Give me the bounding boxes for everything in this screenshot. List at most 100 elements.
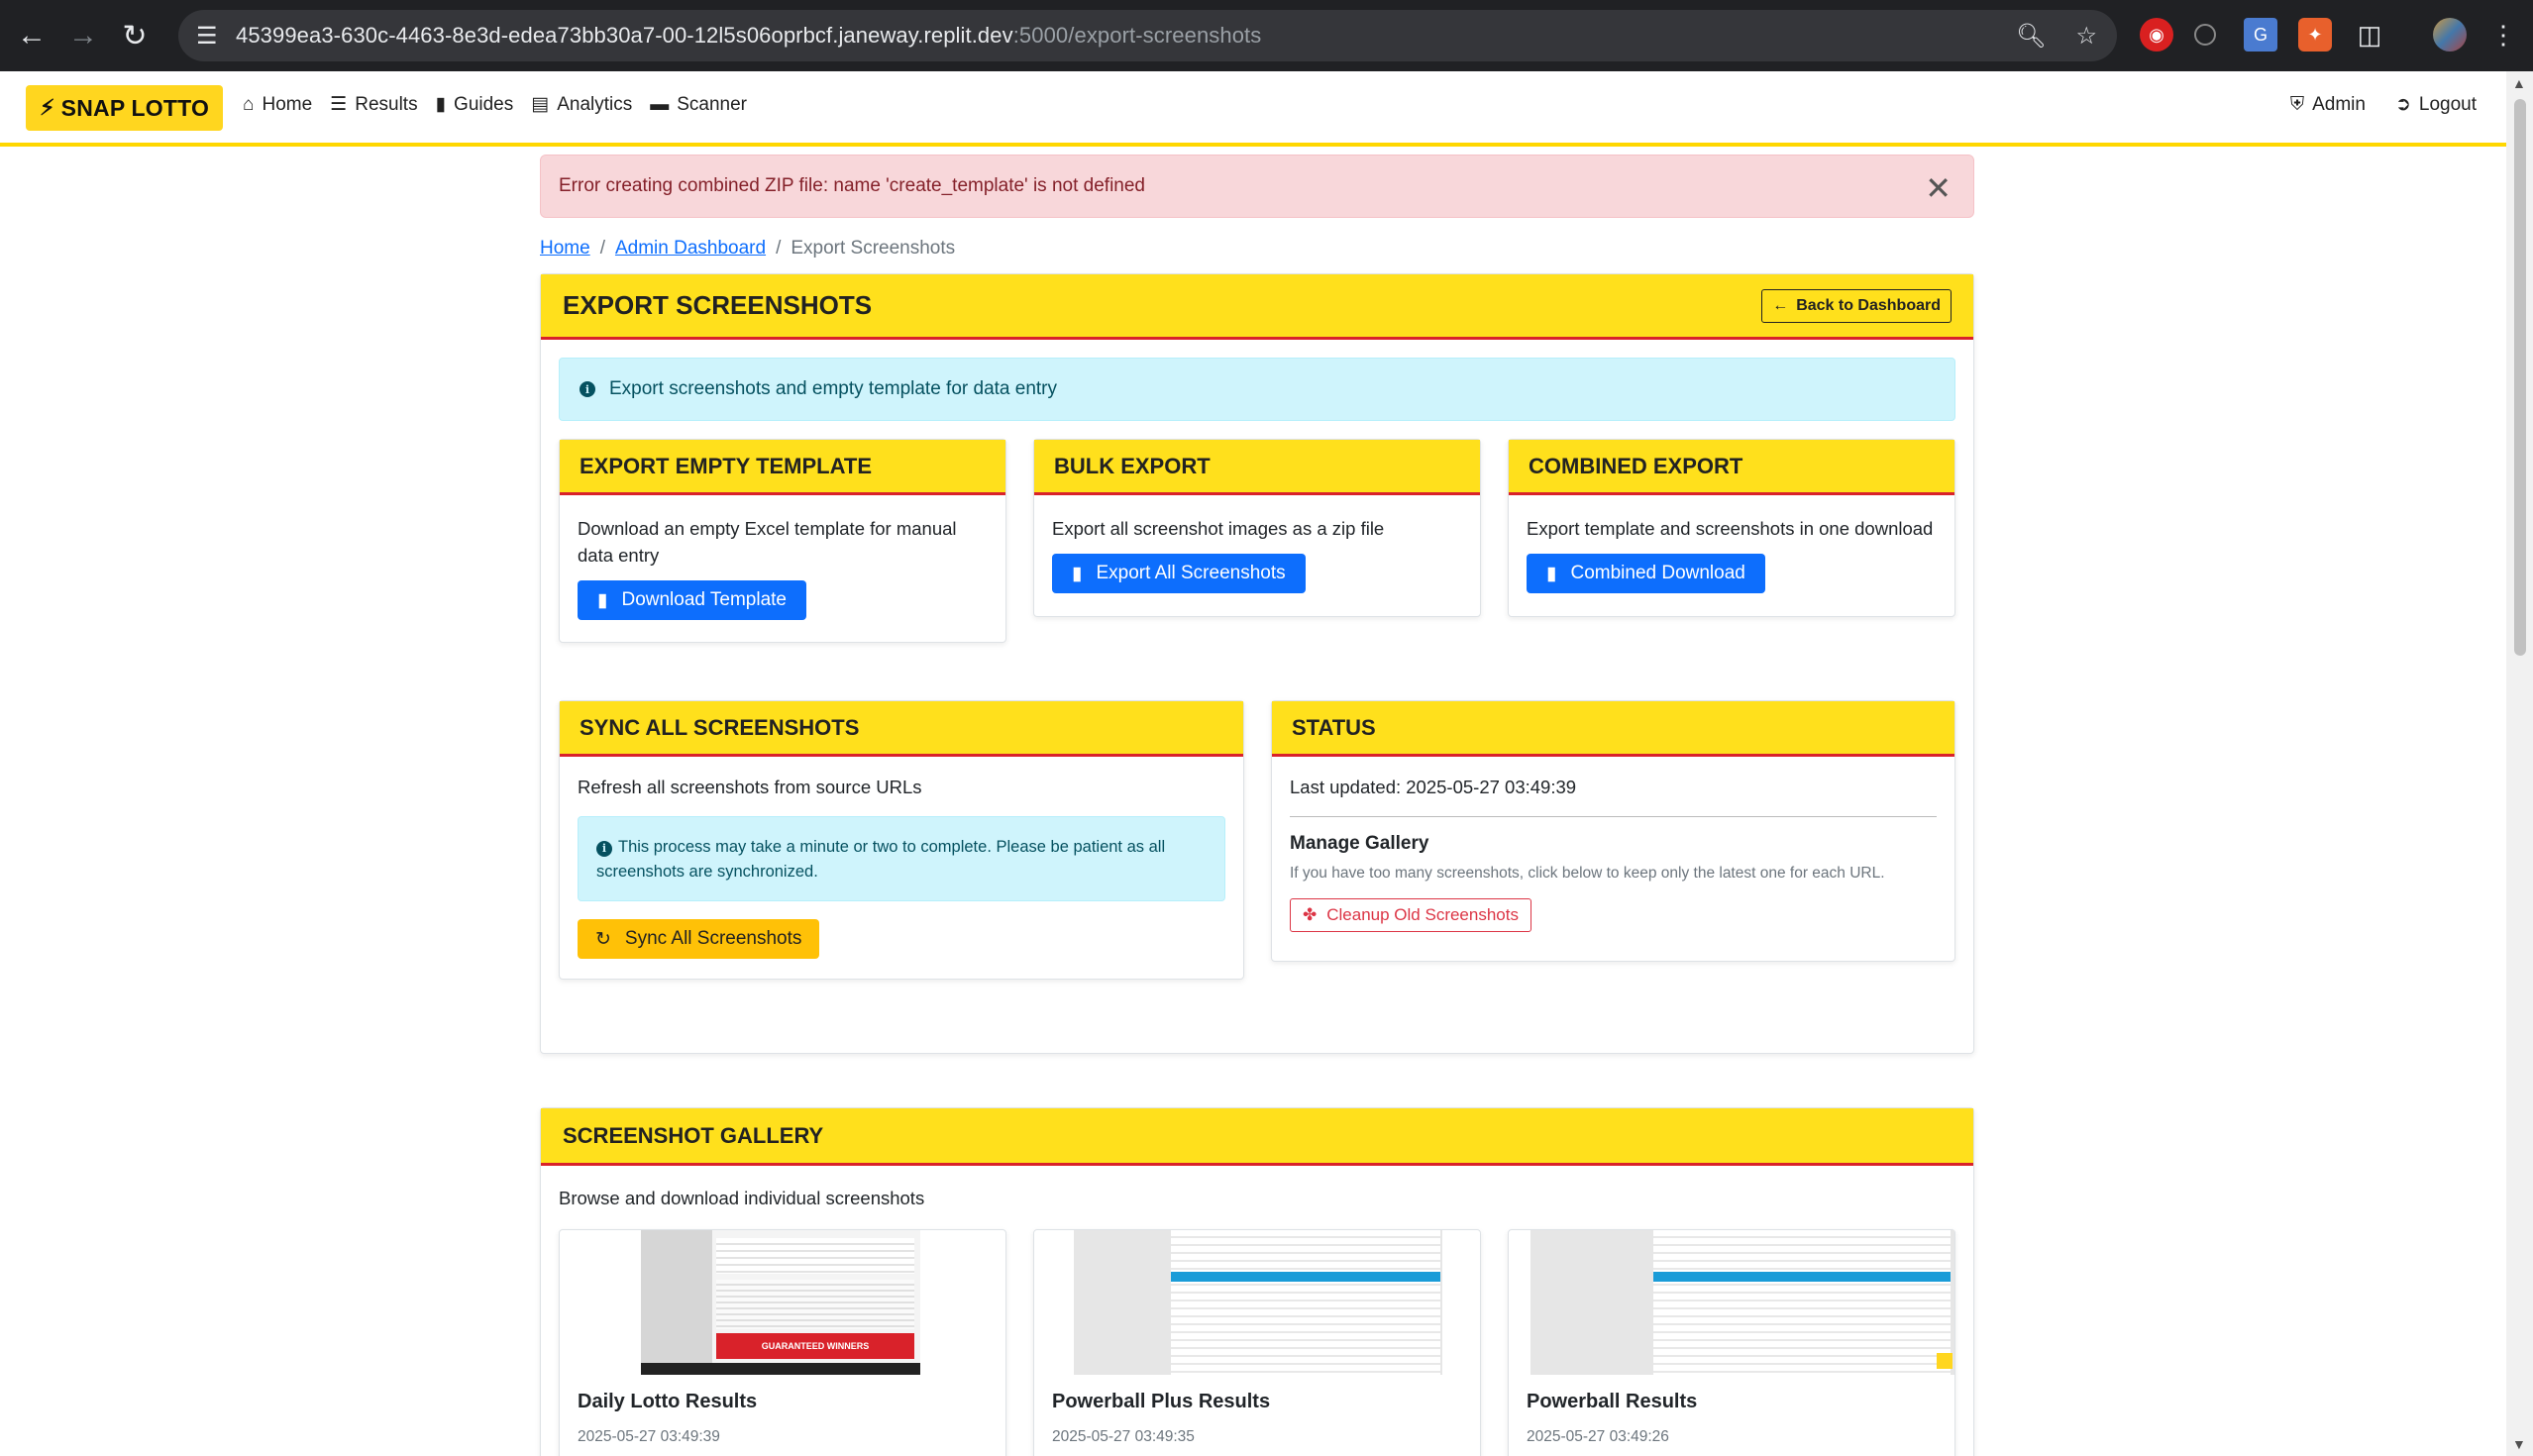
breadcrumb-separator: /: [776, 238, 782, 259]
nav-home[interactable]: ⌂ Home: [243, 93, 312, 116]
bulk-card-header: BULK EXPORT: [1034, 440, 1480, 495]
thumbnail-footer: [641, 1363, 920, 1375]
template-card-title: EXPORT EMPTY TEMPLATE: [580, 453, 872, 478]
sync-all-screenshots-button[interactable]: ↻ Sync All Screenshots: [578, 919, 820, 959]
site-settings-icon[interactable]: ☰: [196, 22, 236, 51]
sync-card-desc: Refresh all screenshots from source URLs: [578, 777, 922, 797]
nav-logout[interactable]: ➲ Logout: [2395, 93, 2477, 116]
extension-red-icon[interactable]: ◉: [2140, 18, 2173, 52]
gallery-item-date: 2025-05-27 03:49:26: [1527, 1428, 1669, 1445]
breadcrumb-dashboard[interactable]: Admin Dashboard: [615, 238, 766, 260]
status-card-header: STATUS: [1272, 701, 1954, 757]
info-icon: i: [580, 381, 595, 397]
main-container: Error creating combined ZIP file: name '…: [540, 155, 1974, 260]
thumbnail-bar: [1171, 1272, 1440, 1282]
bolt-icon: ⚡︎: [40, 95, 55, 120]
nav-admin[interactable]: ⛨ Admin: [2290, 93, 2366, 116]
scroll-down-arrow-icon[interactable]: ▼: [2512, 1436, 2526, 1452]
export-all-label: Export All Screenshots: [1096, 563, 1286, 583]
back-to-dashboard-button[interactable]: ← Back to Dashboard: [1761, 289, 1952, 323]
breadcrumb-current: Export Screenshots: [791, 238, 956, 259]
screenshot-gallery-card: SCREENSHOT GALLERY Browse and download i…: [540, 1107, 1974, 1456]
profile-avatar[interactable]: [2433, 18, 2467, 52]
combined-card-desc: Export template and screenshots in one d…: [1527, 518, 1934, 539]
cleanup-button-label: Cleanup Old Screenshots: [1326, 905, 1519, 924]
translate-icon[interactable]: G: [2244, 18, 2277, 52]
manage-gallery-desc: If you have too many screenshots, click …: [1290, 865, 1885, 882]
nav-admin-label: Admin: [2312, 93, 2366, 115]
gallery-item-title: Powerball Plus Results: [1052, 1391, 1271, 1412]
broom-icon: ✤: [1303, 905, 1318, 924]
export-all-screenshots-button[interactable]: ▮ Export All Screenshots: [1052, 554, 1306, 593]
sync-screenshots-card: SYNC ALL SCREENSHOTS Refresh all screens…: [559, 700, 1244, 980]
info-alert: i Export screenshots and empty template …: [559, 358, 1955, 421]
error-alert: Error creating combined ZIP file: name '…: [540, 155, 1974, 218]
extensions-icon[interactable]: ◫: [2353, 18, 2386, 52]
status-card: STATUS Last updated: 2025-05-27 03:49:39…: [1271, 700, 1955, 962]
bulk-card-desc: Export all screenshot images as a zip fi…: [1052, 518, 1385, 539]
list-icon: ☰: [330, 94, 348, 115]
brand-name: SNAP LOTTO: [60, 94, 210, 121]
site-navbar: ⚡︎ SNAP LOTTO ⌂ Home ☰ Results ▮ Guides ▤ An…: [0, 71, 2506, 147]
sync-button-label: Sync All Screenshots: [624, 928, 802, 949]
combined-card-title: COMBINED EXPORT: [1529, 453, 1743, 478]
address-bar[interactable]: ☰ 45399ea3-630c-4463-8e3d-edea73bb30a7-0…: [178, 10, 2117, 61]
breadcrumb: Home / Admin Dashboard / Export Screensh…: [540, 238, 1974, 260]
last-updated-text: Last updated: 2025-05-27 03:49:39: [1290, 777, 1577, 797]
nav-guides[interactable]: ▮ Guides: [436, 93, 514, 116]
nav-scanner[interactable]: ▬ Scanner: [650, 93, 747, 116]
browser-toolbar: ← → ↻ ☰ 45399ea3-630c-4463-8e3d-edea73bb…: [0, 0, 2533, 71]
thumbnail-sidebar: [641, 1230, 712, 1375]
gallery-item-title: Daily Lotto Results: [578, 1391, 758, 1412]
gallery-title: SCREENSHOT GALLERY: [563, 1122, 824, 1148]
template-card-header: EXPORT EMPTY TEMPLATE: [560, 440, 1005, 495]
url-text[interactable]: 45399ea3-630c-4463-8e3d-edea73bb30a7-00-…: [236, 23, 1261, 49]
gallery-item[interactable]: Powerball Results 2025-05-27 03:49:26: [1508, 1229, 1955, 1456]
download-template-label: Download Template: [621, 589, 787, 610]
page-scrollbar[interactable]: ▲ ▼: [2506, 71, 2533, 1456]
extension-circle-icon[interactable]: [2194, 24, 2216, 46]
combined-card-header: COMBINED EXPORT: [1509, 440, 1954, 495]
thumbnail-banner: GUARANTEED WINNERS: [716, 1333, 914, 1359]
brand-logo[interactable]: ⚡︎ SNAP LOTTO: [26, 85, 224, 131]
thumbnail-bar: [1653, 1272, 1951, 1282]
gallery-item-date: 2025-05-27 03:49:39: [578, 1428, 720, 1445]
nav-results-label: Results: [355, 93, 418, 115]
error-message: Error creating combined ZIP file: name '…: [559, 175, 1145, 196]
nav-logout-label: Logout: [2418, 93, 2477, 115]
scroll-up-arrow-icon[interactable]: ▲: [2512, 75, 2526, 91]
thumbnail-table: [1171, 1230, 1440, 1375]
breadcrumb-home[interactable]: Home: [540, 238, 590, 260]
file-icon: ▮: [597, 589, 608, 611]
scanner-icon: ▬: [650, 93, 670, 115]
menu-icon[interactable]: ⋮: [2486, 18, 2520, 52]
nav-results[interactable]: ☰ Results: [330, 93, 417, 116]
cleanup-old-screenshots-button[interactable]: ✤ Cleanup Old Screenshots: [1290, 898, 1531, 932]
nav-guides-label: Guides: [454, 93, 514, 115]
book-icon: ▮: [435, 94, 447, 115]
forward-icon[interactable]: →: [57, 10, 109, 61]
info-icon: i: [596, 840, 612, 857]
bookmark-star-icon[interactable]: ☆: [2075, 22, 2097, 51]
extension-fox-icon[interactable]: ✦: [2298, 18, 2332, 52]
combined-download-button[interactable]: ▮ Combined Download: [1527, 554, 1765, 593]
gallery-item[interactable]: GUARANTEED WINNERS Daily Lotto Results 2…: [559, 1229, 1006, 1456]
nav-analytics[interactable]: ▤ Analytics: [531, 93, 632, 116]
export-card-header: EXPORT SCREENSHOTS ← Back to Dashboard: [541, 274, 1973, 340]
screenshot-thumbnail[interactable]: [1530, 1230, 1954, 1375]
reload-icon[interactable]: ↻: [109, 10, 160, 61]
back-icon[interactable]: ←: [6, 10, 57, 61]
export-template-card: EXPORT EMPTY TEMPLATE Download an empty …: [559, 439, 1006, 643]
screenshot-thumbnail[interactable]: [1074, 1230, 1442, 1375]
screenshot-thumbnail[interactable]: GUARANTEED WINNERS: [641, 1230, 920, 1375]
thumbnail-badge: [1937, 1353, 1953, 1369]
file-icon: ▮: [1546, 563, 1557, 584]
scrollbar-thumb[interactable]: [2514, 99, 2526, 656]
thumbnail-table: [1653, 1230, 1951, 1375]
zoom-icon[interactable]: 🔍︎: [2016, 22, 2046, 51]
status-card-title: STATUS: [1292, 714, 1376, 740]
gallery-item[interactable]: Powerball Plus Results 2025-05-27 03:49:…: [1033, 1229, 1481, 1456]
breadcrumb-separator: /: [599, 238, 605, 259]
close-icon[interactable]: ✕: [1925, 169, 1952, 207]
download-template-button[interactable]: ▮ Download Template: [578, 580, 806, 620]
